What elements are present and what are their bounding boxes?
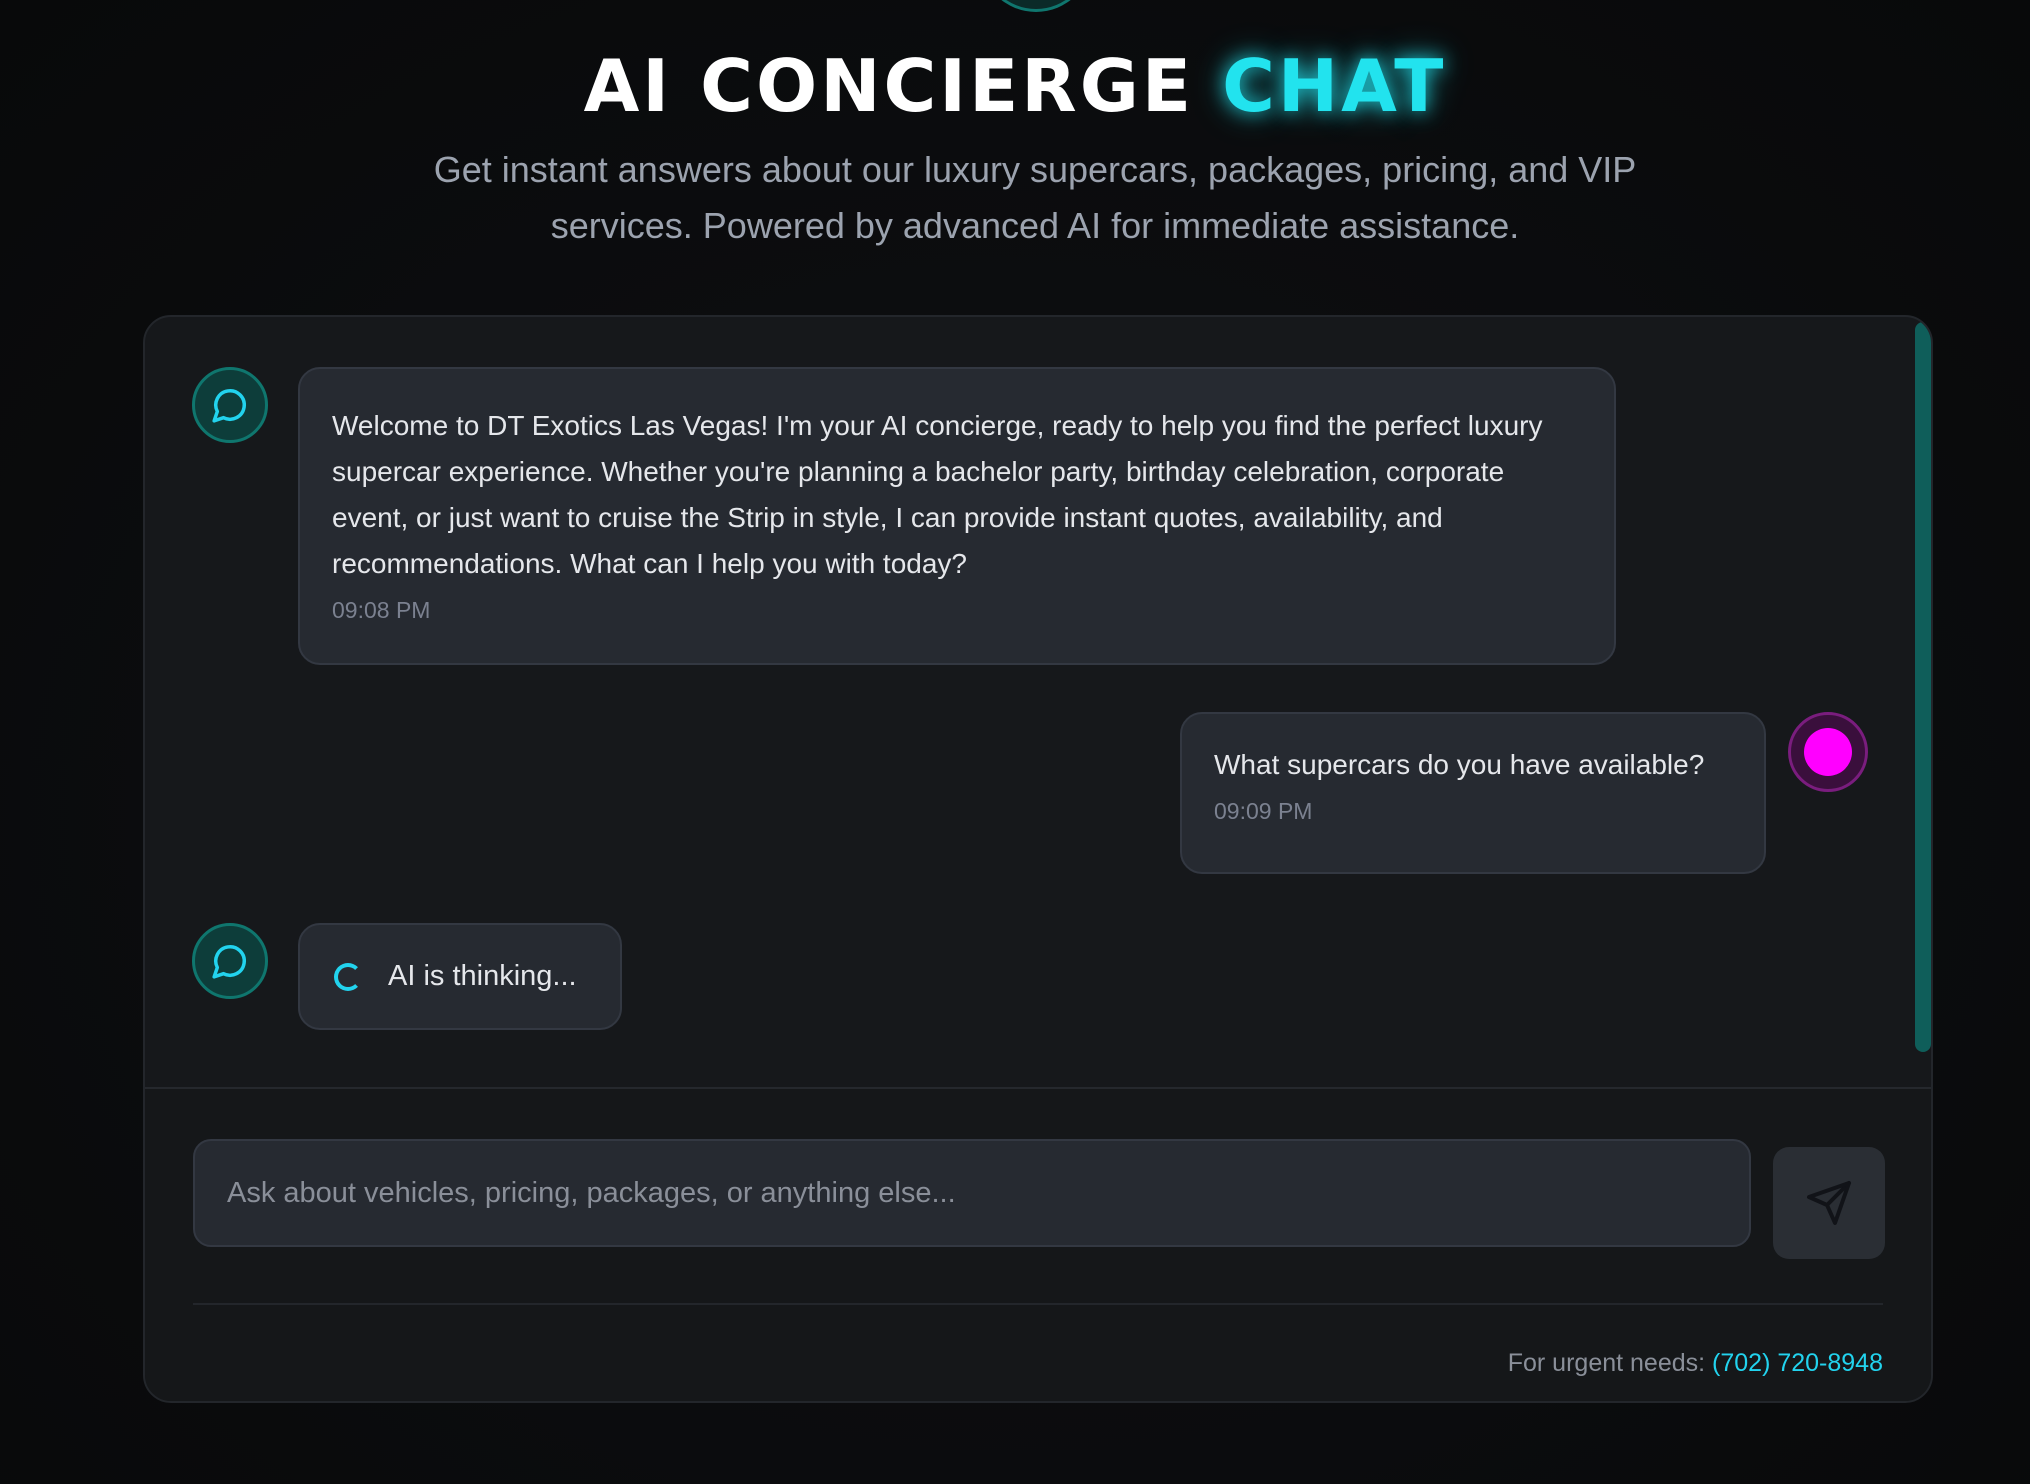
page-title: AI CONCIERGE CHAT	[0, 46, 2030, 126]
spinner-icon	[334, 962, 362, 991]
footer-divider	[193, 1303, 1883, 1305]
page-title-accent: CHAT	[1222, 44, 1447, 128]
thinking-indicator: AI is thinking...	[298, 923, 622, 1030]
send-icon	[1807, 1181, 1851, 1225]
thinking-text: AI is thinking...	[388, 960, 577, 992]
send-button[interactable]	[1773, 1147, 1885, 1259]
chat-bubble-icon	[212, 389, 246, 423]
user-message: What supercars do you have available? 09…	[1180, 712, 1766, 874]
page-title-main: AI CONCIERGE	[583, 44, 1194, 128]
assistant-avatar	[192, 923, 268, 999]
page-subtitle: Get instant answers about our luxury sup…	[433, 149, 1637, 246]
message-text: What supercars do you have available?	[1214, 749, 1705, 780]
composer: For urgent needs: (702) 720-8948	[145, 1089, 1931, 1401]
user-avatar	[1788, 712, 1868, 792]
message-timestamp: 09:08 PM	[332, 597, 431, 623]
user-avatar-dot	[1804, 728, 1852, 776]
message-input[interactable]	[193, 1139, 1751, 1247]
message-text: Welcome to DT Exotics Las Vegas! I'm you…	[332, 410, 1543, 579]
message-timestamp: 09:09 PM	[1214, 798, 1313, 824]
assistant-avatar	[192, 367, 268, 443]
top-logo-circle	[980, 0, 1092, 12]
urgent-label: For urgent needs:	[1507, 1349, 1706, 1377]
message-list: Welcome to DT Exotics Las Vegas! I'm you…	[145, 317, 1931, 1087]
assistant-message: Welcome to DT Exotics Las Vegas! I'm you…	[298, 367, 1616, 665]
messages-scrollbar[interactable]	[1915, 322, 1931, 1052]
chat-bubble-icon	[212, 945, 246, 979]
chat-window: Welcome to DT Exotics Las Vegas! I'm you…	[143, 315, 1933, 1403]
phone-link[interactable]: (702) 720-8948	[1712, 1349, 1883, 1377]
urgent-contact: For urgent needs: (702) 720-8948	[1508, 1349, 1883, 1378]
